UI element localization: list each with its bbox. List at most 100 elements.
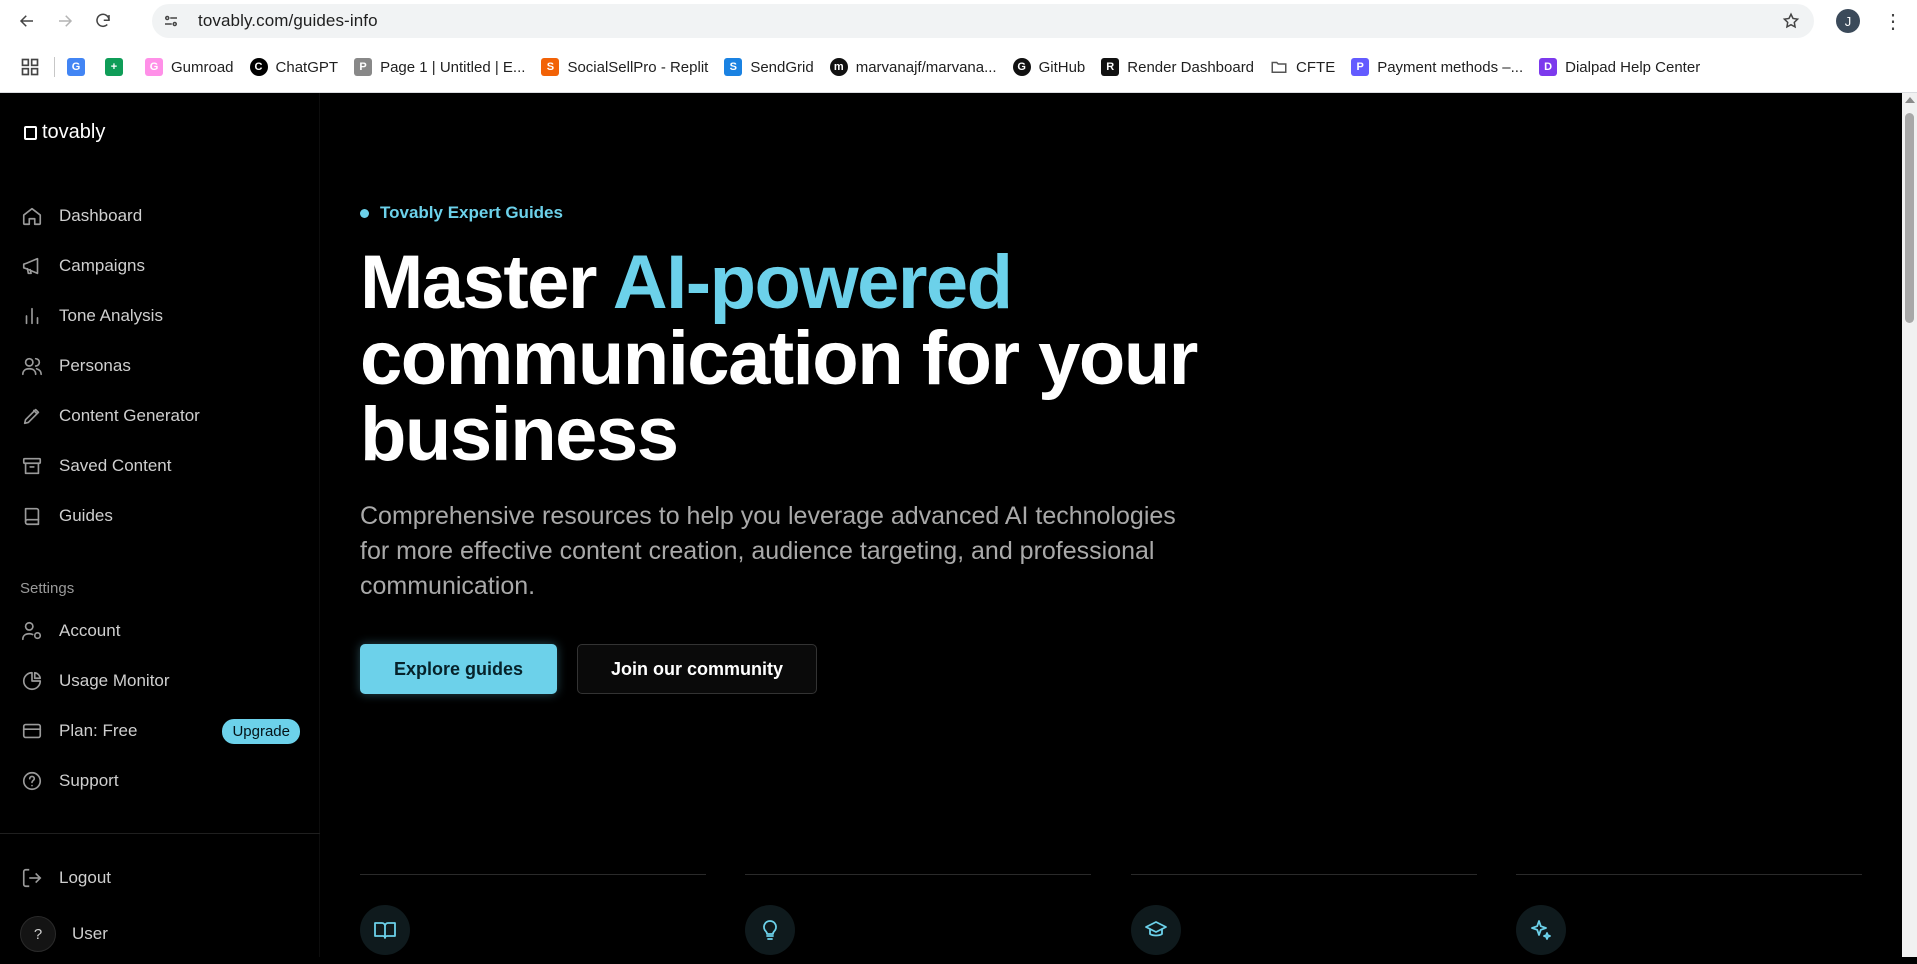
hero-title-part2: communication for your business xyxy=(360,316,1198,477)
guide-cards xyxy=(360,874,1862,964)
site-info-icon[interactable] xyxy=(154,4,188,38)
hero-title: Master AI-powered communication for your … xyxy=(360,245,1260,473)
bookmark-socialsellpro-replit[interactable]: S SocialSellPro - Replit xyxy=(533,52,716,82)
browser-menu-icon[interactable]: ⋮ xyxy=(1880,8,1906,34)
sidebar-item-dashboard[interactable]: Dashboard xyxy=(0,191,320,241)
settings-section-label: Settings xyxy=(20,580,75,597)
profile-avatar[interactable]: J xyxy=(1836,9,1860,33)
bookmark-sheets[interactable]: + xyxy=(99,52,137,82)
credit-card-icon xyxy=(20,719,44,743)
tovably-logo[interactable]: tovably xyxy=(24,121,105,144)
scroll-up-icon[interactable] xyxy=(1905,97,1915,103)
help-circle-icon xyxy=(20,769,44,793)
hero-subtitle: Comprehensive resources to help you leve… xyxy=(360,502,1176,600)
sidebar-item-label: Dashboard xyxy=(59,206,143,225)
hero-title-part1: Master xyxy=(360,240,613,325)
dialpad-icon: D xyxy=(1539,58,1558,76)
bookmark-label: marvanajf/marvana... xyxy=(855,58,997,76)
sidebar-item-account[interactable]: Account xyxy=(0,606,320,656)
sheets-icon: + xyxy=(105,58,123,76)
guide-card[interactable] xyxy=(1131,874,1477,964)
sparkles-icon xyxy=(1516,905,1566,955)
home-icon xyxy=(20,204,44,228)
bookmark-github[interactable]: G GitHub xyxy=(1005,52,1094,82)
sidebar-item-label: Personas xyxy=(59,356,131,375)
logo-text: tovably xyxy=(42,121,106,143)
sidebar-item-plan-free[interactable]: Plan: Free Upgrade xyxy=(0,706,320,756)
apps-icon[interactable] xyxy=(20,52,48,82)
eyebrow-dot xyxy=(360,208,369,218)
bookmark-payment-methods[interactable]: P Payment methods –... xyxy=(1343,52,1531,82)
bookmark-dialpad-help-center[interactable]: D Dialpad Help Center xyxy=(1531,52,1708,82)
folder-icon xyxy=(1270,58,1288,76)
user-cog-icon xyxy=(20,619,44,643)
page-scrollbar[interactable] xyxy=(1902,93,1917,957)
guide-card[interactable] xyxy=(1516,874,1862,964)
bookmark-label: Payment methods –... xyxy=(1377,58,1524,76)
github-icon: m xyxy=(829,58,848,76)
logout-area: Logout xyxy=(0,853,320,903)
back-button[interactable] xyxy=(10,4,44,38)
bookmark-marvanajf-marvana[interactable]: m marvanajf/marvana... xyxy=(822,52,1005,82)
bookmark-label: CFTE xyxy=(1296,58,1336,76)
logout-button[interactable]: Logout xyxy=(0,853,320,903)
user-profile[interactable]: ? User xyxy=(20,916,108,952)
bookmark-sendgrid[interactable]: S SendGrid xyxy=(716,52,821,82)
pie-chart-icon xyxy=(20,669,44,693)
upgrade-button[interactable]: Upgrade xyxy=(222,718,300,744)
render-icon: R xyxy=(1101,58,1120,76)
bookmark-google[interactable]: G xyxy=(61,52,99,82)
sidebar-item-saved-content[interactable]: Saved Content xyxy=(0,441,320,491)
bookmark-label: Gumroad xyxy=(171,58,234,76)
bookmarks-bar: G + G Gumroad C ChatGPT P Page 1 | Untitled | E… xyxy=(0,42,1917,93)
sidebar-item-label: Support xyxy=(59,771,119,790)
book-icon xyxy=(20,504,44,528)
sidebar-item-guides[interactable]: Guides xyxy=(0,491,320,541)
sidebar-item-tone-analysis[interactable]: Tone Analysis xyxy=(0,291,320,341)
stripe-icon: P xyxy=(1351,58,1370,76)
users-icon xyxy=(20,354,44,378)
bookmark-label: SendGrid xyxy=(750,58,814,76)
sidebar-item-support[interactable]: Support xyxy=(0,756,320,806)
sidebar-item-personas[interactable]: Personas xyxy=(0,341,320,391)
settings-nav: Account Usage Monitor Plan: Free Upgrade Sup… xyxy=(0,606,320,806)
bookmark-chatgpt[interactable]: C ChatGPT xyxy=(242,52,347,82)
bookmark-gumroad[interactable]: G Gumroad xyxy=(137,52,242,82)
address-bar[interactable]: tovably.com/guides-info xyxy=(152,4,1814,38)
page-icon: P xyxy=(354,58,373,76)
guide-card[interactable] xyxy=(360,874,706,964)
sidebar-item-usage-monitor[interactable]: Usage Monitor xyxy=(0,656,320,706)
forward-button[interactable] xyxy=(48,4,82,38)
url-text: tovably.com/guides-info xyxy=(198,11,378,30)
bookmark-star-icon[interactable] xyxy=(1782,12,1800,35)
sidebar-item-campaigns[interactable]: Campaigns xyxy=(0,241,320,291)
bookmark-page-1-untitled-e[interactable]: P Page 1 | Untitled | E... xyxy=(346,52,533,82)
sendgrid-icon: S xyxy=(724,58,743,76)
bookmark-cfte[interactable]: CFTE xyxy=(1262,52,1343,82)
sidebar-item-label: Guides xyxy=(59,506,113,525)
logout-label: Logout xyxy=(59,868,111,887)
join-community-button[interactable]: Join our community xyxy=(577,644,817,694)
lightbulb-icon xyxy=(745,905,795,955)
browser-toolbar: tovably.com/guides-info J ⋮ xyxy=(0,0,1917,42)
explore-guides-button[interactable]: Explore guides xyxy=(360,644,557,694)
bookmark-label: Dialpad Help Center xyxy=(1565,58,1701,76)
megaphone-icon xyxy=(20,254,44,278)
reload-button[interactable] xyxy=(86,4,120,38)
sidebar-item-label: Plan: Free xyxy=(59,721,138,740)
logout-icon xyxy=(20,866,44,890)
main-content: Tovably Expert Guides Master AI-powered c… xyxy=(360,93,1900,957)
book-open-icon xyxy=(360,905,410,955)
sidebar-divider xyxy=(0,833,320,834)
bookmark-label: SocialSellPro - Replit xyxy=(567,58,709,76)
bookmark-label: Page 1 | Untitled | E... xyxy=(380,58,526,76)
replit-icon: S xyxy=(541,58,560,76)
scrollbar-thumb[interactable] xyxy=(1905,113,1914,323)
sidebar-item-label: Usage Monitor xyxy=(59,671,170,690)
hero-title-accent: AI-powered xyxy=(612,240,1013,325)
eyebrow: Tovably Expert Guides xyxy=(360,203,563,223)
sidebar-item-content-generator[interactable]: Content Generator xyxy=(0,391,320,441)
guide-card[interactable] xyxy=(745,874,1091,964)
bookmark-render-dashboard[interactable]: R Render Dashboard xyxy=(1093,52,1262,82)
arrow-right-icon xyxy=(59,15,73,27)
